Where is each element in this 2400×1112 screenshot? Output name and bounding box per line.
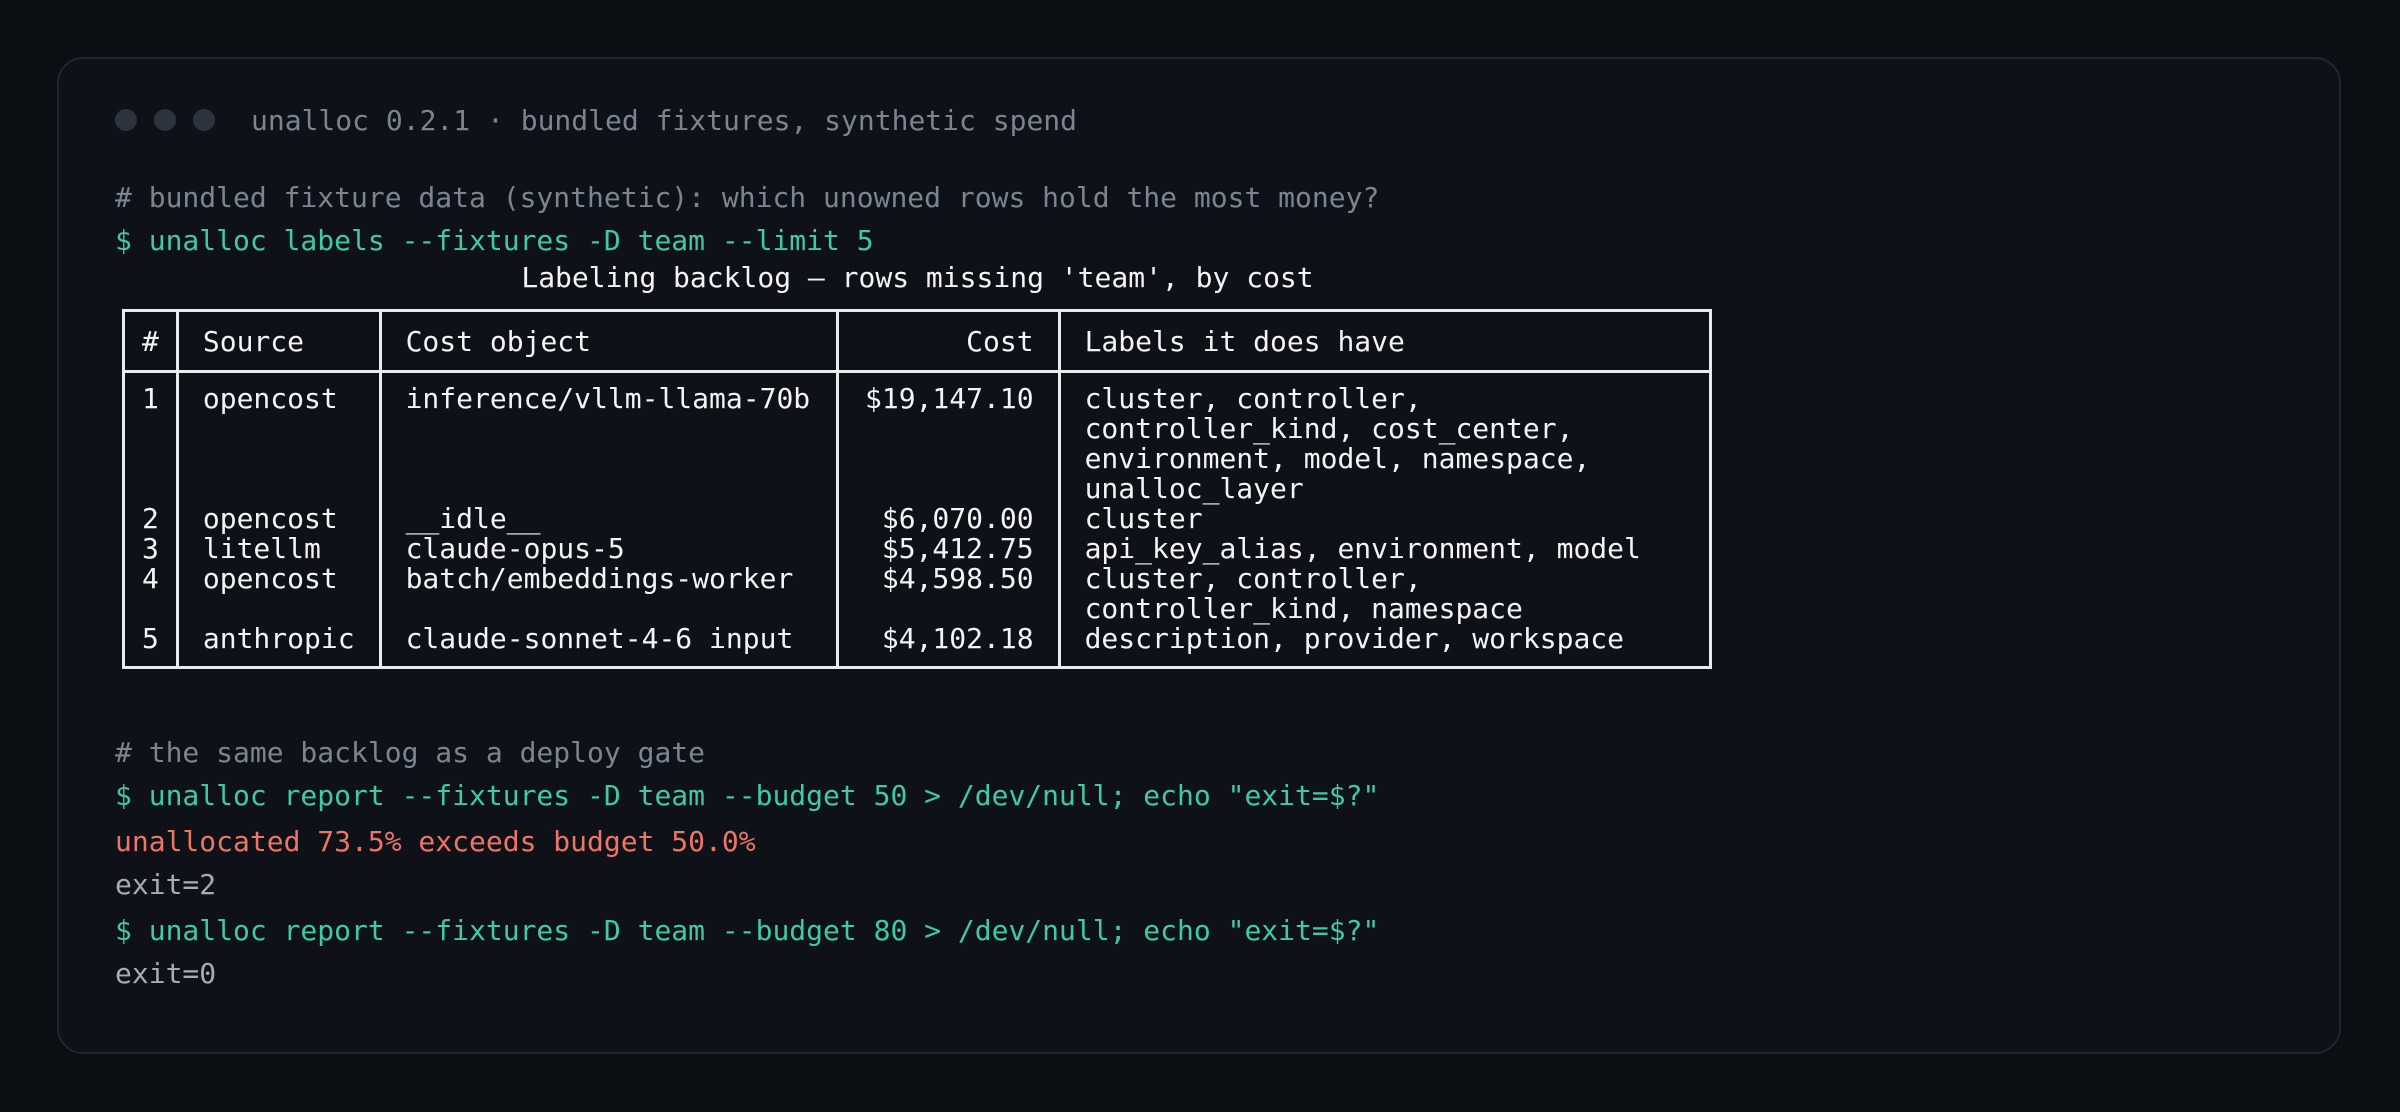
exit-output: exit=2 — [115, 868, 217, 901]
row-labels: api_key_alias, environment, model — [1057, 534, 1711, 564]
column-header-labels: Labels it does have — [1057, 310, 1711, 373]
row-number: 3 — [142, 532, 159, 565]
row-source: opencost — [175, 564, 381, 624]
error-output: unallocated 73.5% exceeds budget 50.0% — [115, 825, 756, 858]
row-source: opencost — [175, 371, 381, 504]
row-cost: $4,102.18 — [835, 624, 1060, 668]
row-cost-object: inference/vllm-llama-70b — [378, 371, 838, 504]
command-line: $ unalloc report --fixtures -D team --bu… — [115, 914, 1380, 947]
row-cost: $6,070.00 — [835, 504, 1060, 534]
row-number: 5 — [142, 622, 159, 655]
row-cost: $19,147.10 — [835, 371, 1060, 504]
comment-line: # bundled fixture data (synthetic): whic… — [115, 181, 1380, 214]
table-header-row: # Source Cost object Cost Labels it does… — [123, 310, 1711, 373]
comment-line: # the same backlog as a deploy gate — [115, 736, 706, 769]
table-row: 4 opencost batch/embeddings-worker $4,59… — [124, 564, 1711, 624]
column-header-cost: Cost — [835, 310, 1060, 373]
terminal-window: unalloc 0.2.1 · bundled fixtures, synthe… — [57, 57, 2341, 1054]
column-header-number: # — [123, 310, 178, 373]
command-line: $ unalloc report --fixtures -D team --bu… — [115, 779, 1380, 812]
column-header-source: Source — [175, 310, 381, 373]
row-labels: cluster, controller, controller_kind, na… — [1057, 564, 1711, 624]
table-caption: Labeling backlog — rows missing 'team', … — [521, 261, 1314, 294]
row-labels: description, provider, workspace — [1057, 624, 1711, 668]
table-row: 5 anthropic claude-sonnet-4-6 input $4,1… — [124, 624, 1711, 668]
row-labels: cluster, controller, controller_kind, co… — [1057, 371, 1711, 504]
row-cost-object: batch/embeddings-worker — [378, 564, 838, 624]
row-cost-object: __idle__ — [378, 504, 838, 534]
row-number: 4 — [142, 562, 159, 595]
row-cost: $5,412.75 — [835, 534, 1060, 564]
row-source: anthropic — [175, 624, 381, 668]
row-labels: cluster — [1057, 504, 1711, 534]
command-line: $ unalloc labels --fixtures -D team --li… — [115, 224, 874, 257]
backlog-table: # Source Cost object Cost Labels it does… — [122, 309, 1712, 669]
row-cost: $4,598.50 — [835, 564, 1060, 624]
row-source: opencost — [175, 504, 381, 534]
row-cost-object: claude-sonnet-4-6 input — [378, 624, 838, 668]
terminal-body[interactable]: # bundled fixture data (synthetic): whic… — [115, 59, 2299, 1052]
table-row: 2 opencost __idle__ $6,070.00 cluster — [124, 504, 1711, 534]
exit-output: exit=0 — [115, 957, 217, 990]
row-source: litellm — [175, 534, 381, 564]
row-number: 1 — [142, 382, 159, 415]
table-row: 3 litellm claude-opus-5 $5,412.75 api_ke… — [124, 534, 1711, 564]
row-cost-object: claude-opus-5 — [378, 534, 838, 564]
row-number: 2 — [142, 502, 159, 535]
table-row: 1 opencost inference/vllm-llama-70b $19,… — [124, 371, 1711, 504]
column-header-cost-object: Cost object — [378, 310, 838, 373]
